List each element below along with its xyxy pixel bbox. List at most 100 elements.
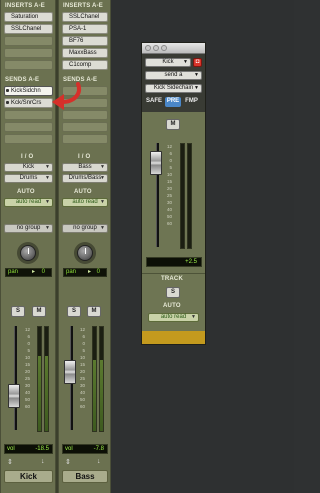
automation-mode-selector[interactable]: auto read ▼ — [62, 198, 108, 207]
mute-button[interactable]: M — [32, 306, 46, 317]
send-selector[interactable]: send a ▼ — [145, 71, 202, 80]
auto-label: AUTO — [74, 189, 92, 195]
automation-mode-selector[interactable]: auto read ▼ — [4, 198, 53, 207]
fader-scale: 12 6 0 5 10 15 20 25 30 40 50 60 — [24, 327, 30, 409]
group-selector[interactable]: no group ▼ — [62, 224, 108, 233]
zoom-window-button[interactable] — [161, 45, 167, 51]
chevron-down-icon: ▼ — [45, 199, 50, 205]
fmp-toggle[interactable]: FMP — [183, 97, 200, 107]
volume-value: -7.8 — [93, 446, 104, 452]
send-meter-right — [187, 143, 192, 249]
sends-label: SENDS A-E — [5, 77, 40, 83]
track-name-plate[interactable]: Bass — [62, 470, 108, 483]
chevron-down-icon: ▼ — [100, 225, 105, 231]
insert-slot-empty[interactable] — [4, 48, 53, 58]
minimize-window-button[interactable] — [153, 45, 159, 51]
track-selector[interactable]: Kick ▼ — [145, 58, 191, 67]
level-meter-right — [99, 326, 104, 432]
chevron-down-icon: ▼ — [191, 314, 196, 320]
pan-display[interactable]: pan ▸ 0 — [63, 268, 107, 277]
input-selector[interactable]: Kick ▼ — [4, 163, 53, 172]
pro-tools-mixer: INSERTS A-E Saturation SSLChanel SENDS A… — [0, 0, 294, 493]
send-slot-empty[interactable] — [62, 134, 108, 144]
inserts-label: INSERTS A-E — [5, 3, 45, 9]
pan-knob-cap — [20, 245, 36, 261]
send-solo-button[interactable]: S — [166, 287, 180, 298]
group-selector[interactable]: no group ▼ — [4, 224, 53, 233]
record-arrows-icon[interactable]: ⇕ — [65, 458, 71, 466]
pan-indicator — [28, 248, 29, 254]
track-name-plate[interactable]: Kick — [4, 470, 53, 483]
volume-display[interactable]: vol -7.8 — [62, 444, 108, 454]
red-curved-arrow-icon — [52, 82, 81, 110]
send-slot-empty[interactable] — [4, 134, 53, 144]
input-selector[interactable]: Bass ▼ — [62, 163, 108, 172]
record-arrows-icon[interactable]: ⇕ — [7, 458, 13, 466]
send-level-display[interactable]: +2.5 — [146, 257, 202, 267]
volume-display[interactable]: vol -18.5 — [4, 444, 53, 454]
send-automation-mode-selector[interactable]: auto read ▼ — [148, 313, 199, 322]
down-arrow-icon[interactable]: ↓ — [97, 458, 101, 465]
send-mute-button[interactable]: M — [166, 119, 180, 130]
volume-fader-cap[interactable] — [8, 384, 20, 408]
mute-button[interactable]: M — [87, 306, 101, 317]
output-selector[interactable]: Drums ▼ — [4, 174, 53, 183]
chevron-down-icon: ▼ — [100, 164, 105, 170]
send-slot-empty[interactable] — [4, 122, 53, 132]
insert-slot-bf76[interactable]: BF76 — [62, 36, 108, 46]
volume-fader-track[interactable] — [14, 326, 17, 430]
insert-slot-empty[interactable] — [4, 36, 53, 46]
chevron-down-icon: ▼ — [194, 85, 199, 91]
send-slot-empty[interactable] — [62, 110, 108, 120]
send-level-fader-cap[interactable] — [150, 151, 162, 175]
insert-slot-sslchanel[interactable]: SSLChanel — [4, 24, 53, 34]
io-label: I / O — [78, 154, 91, 160]
pan-value: 0 — [96, 269, 100, 275]
close-icon[interactable]: ◘ — [193, 58, 202, 67]
fader-scale: 12 6 0 5 10 15 20 25 30 40 50 60 — [79, 327, 85, 409]
pan-knob-cap — [77, 245, 93, 261]
volume-fader-cap[interactable] — [64, 360, 76, 384]
pan-value: 0 — [41, 269, 45, 275]
insert-slot-sslchanel[interactable]: SSLChanel — [62, 12, 108, 22]
chevron-down-icon: ▼ — [194, 72, 199, 78]
solo-button[interactable]: S — [11, 306, 25, 317]
insert-slot-c1comp[interactable]: C1comp — [62, 60, 108, 70]
level-meter-left — [92, 326, 97, 432]
send-slot-empty[interactable] — [4, 110, 53, 120]
send-meter-left — [180, 143, 185, 249]
close-window-button[interactable] — [145, 45, 151, 51]
chevron-down-icon: ▼ — [183, 59, 188, 65]
send-destination-selector[interactable]: Kick Sidechain ▼ — [145, 84, 202, 93]
volume-value: -18.5 — [35, 446, 49, 452]
pan-knob[interactable] — [17, 242, 39, 264]
down-arrow-icon[interactable]: ↓ — [41, 458, 45, 465]
safe-toggle[interactable]: SAFE — [145, 97, 163, 107]
send-slot-empty[interactable] — [62, 122, 108, 132]
auto-label: AUTO — [17, 189, 35, 195]
auto-label: AUTO — [163, 303, 181, 309]
pan-knob[interactable] — [74, 242, 96, 264]
window-titlebar[interactable] — [142, 43, 205, 54]
send-dot-icon — [6, 101, 9, 104]
pan-arrow-icon: ▸ — [32, 269, 36, 275]
insert-slot-saturation[interactable]: Saturation — [4, 12, 53, 22]
insert-slot-psa1[interactable]: PSA-1 — [62, 24, 108, 34]
chevron-down-icon: ▼ — [100, 175, 105, 181]
insert-slot-maxxbass[interactable]: MaxxBass — [62, 48, 108, 58]
send-slot-kck-snrcrs[interactable]: Kck/SnrCrs — [4, 98, 53, 108]
chevron-down-icon: ▼ — [45, 175, 50, 181]
level-meter-left — [37, 326, 42, 432]
pan-display[interactable]: pan ▸ 0 — [5, 268, 52, 277]
pre-toggle[interactable]: PRE — [165, 97, 181, 107]
send-slot-kicksidchn[interactable]: KickSidchn — [4, 86, 53, 96]
send-fader-scale: 12 6 0 5 10 15 20 25 30 40 50 60 — [166, 144, 172, 226]
insert-slot-empty[interactable] — [4, 60, 53, 70]
channel-strip-bass: INSERTS A-E SSLChanel PSA-1 BF76 MaxxBas… — [58, 0, 111, 493]
track-label: TRACK — [161, 276, 183, 282]
output-selector[interactable]: Drums/Bass ▼ — [62, 174, 108, 183]
window-footer-bar — [142, 331, 205, 344]
volume-label: vol — [7, 446, 15, 452]
solo-button[interactable]: S — [67, 306, 81, 317]
chevron-down-icon: ▼ — [45, 164, 50, 170]
